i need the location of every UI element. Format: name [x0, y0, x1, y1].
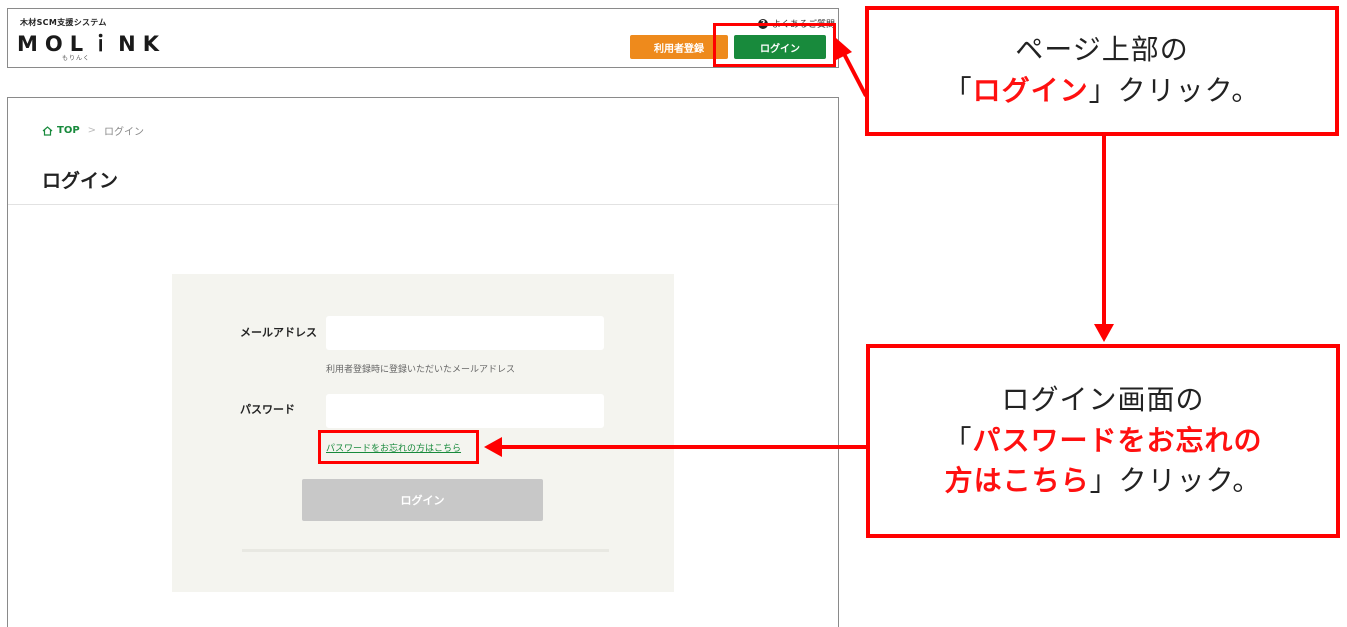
callout-2-target-b: 方はこちら [944, 464, 1090, 498]
home-icon [42, 125, 53, 136]
callout-step-1: ページ上部の 「ログイン」クリック。 [865, 6, 1339, 136]
callout-step-2: ログイン画面の 「パスワードをお忘れの 方はこちら」クリック。 [866, 344, 1340, 538]
panel-divider [242, 549, 609, 552]
callout-1-line1: ページ上部の [1015, 33, 1189, 67]
breadcrumb-home-label: TOP [57, 125, 80, 136]
logo-tagline: 木材SCM支援システム [20, 18, 107, 27]
email-label: メールアドレス [240, 326, 317, 339]
breadcrumb: TOP > ログイン [42, 123, 144, 138]
callout-1-close: 」クリック。 [1088, 74, 1261, 107]
callout-1-target: ログイン [972, 74, 1089, 107]
site-logo[interactable]: MOLｉNK [17, 28, 166, 58]
callout-2-open-quote: 「 [943, 423, 973, 457]
password-field[interactable] [326, 394, 604, 428]
breadcrumb-current: ログイン [104, 127, 145, 138]
arrowhead-step-down [1094, 324, 1114, 342]
arrow-to-header-login [840, 49, 868, 97]
callout-1-line2: 「ログイン」クリック。 [944, 71, 1261, 112]
highlight-header-login [713, 23, 836, 67]
callout-2-line1: ログイン画面の [1001, 383, 1205, 417]
breadcrumb-home[interactable]: TOP [42, 125, 80, 136]
logo-reading: もりんく [62, 55, 91, 62]
callout-1-open-quote: 「 [943, 74, 973, 107]
email-field[interactable] [326, 316, 604, 350]
breadcrumb-separator: > [87, 125, 97, 136]
page-title: ログイン [42, 170, 119, 192]
callout-2-line3: 方はこちら」クリック。 [943, 461, 1262, 502]
callout-2-line2: 「パスワードをお忘れの [943, 421, 1262, 462]
highlight-forgot-link [318, 430, 479, 464]
login-page: TOP > ログイン ログイン メールアドレス 利用者登録時に登録いただいたメー… [7, 97, 839, 627]
email-hint: 利用者登録時に登録いただいたメールアドレス [326, 365, 516, 375]
callout-2-target-a: パスワードをお忘れの [972, 423, 1263, 457]
callout-2-close: 」クリック。 [1089, 464, 1262, 498]
password-label: パスワード [240, 403, 295, 416]
login-submit-button[interactable]: ログイン [302, 479, 543, 521]
title-divider [8, 204, 838, 205]
